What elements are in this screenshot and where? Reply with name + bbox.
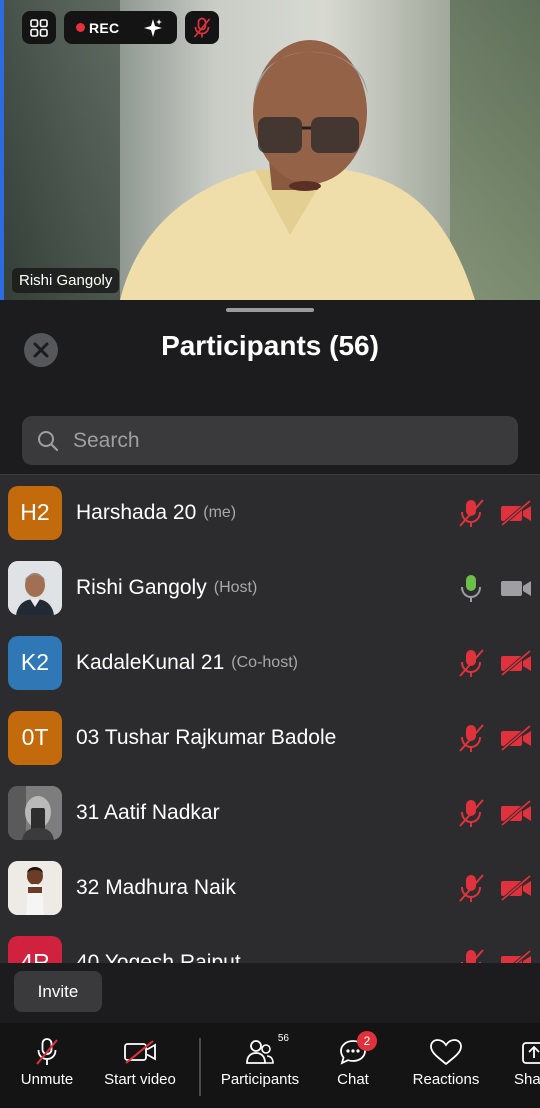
participant-role: (Host) <box>213 578 258 596</box>
video-off-icon <box>500 724 532 751</box>
chat-unread-badge: 2 <box>357 1031 377 1051</box>
start-video-button[interactable]: Start video <box>100 1023 180 1108</box>
participant-row[interactable]: 0T 03 Tushar Rajkumar Badole <box>0 700 540 775</box>
mic-on-icon <box>461 574 481 602</box>
mic-muted-icon <box>459 648 484 677</box>
avatar <box>8 860 62 915</box>
mic-muted-icon <box>36 1038 58 1065</box>
drag-handle[interactable] <box>226 308 314 312</box>
active-speaker-video[interactable]: REC Rishi Gangoly <box>0 0 540 300</box>
chat-button[interactable]: 2 Chat <box>330 1023 377 1108</box>
mic-muted-icon <box>459 873 484 902</box>
mic-muted-icon <box>193 17 211 38</box>
share-button[interactable]: Share <box>514 1023 540 1108</box>
participants-sheet: Participants (56) H2 Harshada 20 (me) <box>0 300 540 1108</box>
participant-name: 03 Tushar Rajkumar Badole <box>76 725 337 749</box>
avatar <box>8 560 62 615</box>
share-label: Share <box>514 1071 540 1088</box>
video-off-icon <box>500 499 532 526</box>
participant-name: 40 Yogesh Rajput <box>76 950 241 964</box>
invite-bar: Invite <box>0 963 540 1023</box>
recording-dot-icon <box>76 23 85 32</box>
mic-muted-icon <box>461 948 484 963</box>
mic-muted-icon <box>459 498 484 527</box>
speaker-figure <box>120 40 475 300</box>
active-speaker-border <box>0 0 4 300</box>
host-photo <box>8 560 62 615</box>
avatar: 4R <box>8 935 62 963</box>
participant-role: (me) <box>203 503 237 521</box>
speaker-mute-indicator <box>185 11 219 44</box>
video-off-icon <box>500 799 532 826</box>
search-icon <box>38 430 59 451</box>
reactions-button[interactable]: Reactions <box>408 1023 484 1108</box>
participant-photo <box>8 860 62 915</box>
rec-label: REC <box>89 19 120 36</box>
share-icon <box>522 1042 540 1064</box>
speaker-name-tag: Rishi Gangoly <box>12 268 120 293</box>
video-off-icon <box>500 649 532 676</box>
unmute-label: Unmute <box>20 1071 74 1088</box>
participants-label: Participants <box>220 1071 300 1088</box>
participant-row[interactable]: Rishi Gangoly (Host) <box>0 550 540 625</box>
participant-row[interactable]: 31 Aatif Nadkar <box>0 775 540 850</box>
avatar: 0T <box>8 710 62 765</box>
avatar: K2 <box>8 635 62 690</box>
unmute-button[interactable]: Unmute <box>18 1023 76 1108</box>
video-off-icon <box>501 949 532 963</box>
recording-indicator[interactable]: REC <box>64 11 177 44</box>
participant-name: KadaleKunal 21 <box>76 650 225 674</box>
participant-list[interactable]: H2 Harshada 20 (me) Rishi Gangoly (Host)… <box>0 475 540 963</box>
mic-muted-icon <box>459 798 484 827</box>
search-bar[interactable] <box>22 416 518 465</box>
participant-name: 32 Madhura Naik <box>76 875 236 899</box>
chat-label: Chat <box>337 1071 369 1088</box>
video-on-icon <box>501 580 531 596</box>
mic-muted-icon <box>459 723 484 752</box>
participant-row[interactable]: 4R 40 Yogesh Rajput <box>0 925 540 963</box>
avatar: H2 <box>8 485 62 540</box>
participants-title: Participants (56) <box>161 330 379 361</box>
search-input[interactable] <box>73 428 473 453</box>
participant-row[interactable]: H2 Harshada 20 (me) <box>0 475 540 550</box>
invite-button[interactable]: Invite <box>14 971 102 1012</box>
video-off-icon <box>124 1040 156 1064</box>
participant-row[interactable]: 32 Madhura Naik <box>0 850 540 925</box>
avatar <box>8 785 62 840</box>
participant-role: (Co-host) <box>231 653 298 671</box>
video-off-icon <box>500 874 532 901</box>
participant-name: Rishi Gangoly <box>76 575 207 599</box>
heart-icon <box>430 1039 462 1066</box>
meeting-toolbar: Unmute Start video 56 Participants 2 Cha… <box>0 1023 540 1108</box>
participants-count: 56 <box>277 1033 289 1044</box>
sparkle-icon[interactable] <box>143 18 163 38</box>
participants-icon <box>246 1040 274 1064</box>
participant-photo <box>8 785 62 840</box>
grid-icon <box>30 18 48 37</box>
gallery-view-button[interactable] <box>22 11 56 44</box>
participants-button[interactable]: 56 Participants <box>218 1023 302 1108</box>
participant-row[interactable]: K2 KadaleKunal 21 (Co-host) <box>0 625 540 700</box>
toolbar-separator <box>199 1038 201 1096</box>
start-video-label: Start video <box>104 1071 176 1088</box>
reactions-label: Reactions <box>412 1071 480 1088</box>
participant-name: Harshada 20 <box>76 500 197 524</box>
participant-name: 31 Aatif Nadkar <box>76 800 220 824</box>
